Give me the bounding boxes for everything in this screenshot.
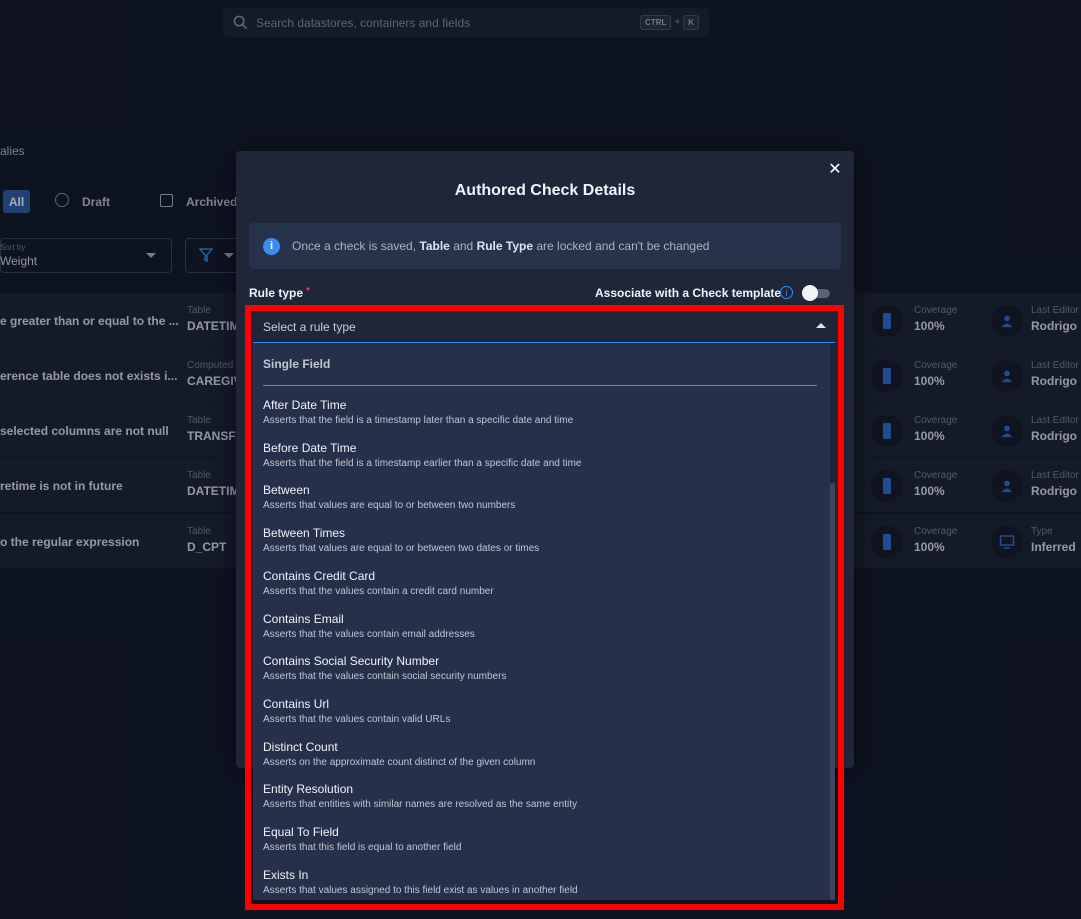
rule-type-select[interactable]: Select a rule type <box>253 311 835 343</box>
option-description: Asserts that the values contain valid UR… <box>263 713 451 725</box>
info-icon[interactable]: i <box>780 286 793 299</box>
option-label: Equal To Field <box>263 825 339 839</box>
rule-type-option[interactable]: Exists In Asserts that values assigned to… <box>263 868 823 896</box>
option-label: Between Times <box>263 526 346 541</box>
group-header: Single Field <box>263 357 331 371</box>
rule-type-option[interactable]: Between Asserts that values are equal to … <box>263 483 823 511</box>
option-description: Asserts on the approximate count distinc… <box>263 756 536 768</box>
rule-type-option[interactable]: Contains Email Asserts that the values co… <box>263 612 823 640</box>
chevron-up-icon <box>816 323 826 328</box>
rule-type-label: Rule type * <box>249 286 310 300</box>
toggle-knob <box>802 285 818 301</box>
option-label: Distinct Count <box>263 739 338 754</box>
associate-template-toggle[interactable] <box>802 285 832 301</box>
rule-type-option[interactable]: Contains Url Asserts that the values cont… <box>263 697 823 725</box>
rule-type-option[interactable]: Entity Resolution Asserts that entities w… <box>263 782 823 810</box>
option-label: Contains Url <box>263 696 330 711</box>
associate-template-label: Associate with a Check template <box>595 286 782 300</box>
option-description: Asserts that the values contain email ad… <box>263 628 475 640</box>
option-description: Asserts that the field is a timestamp la… <box>263 415 574 426</box>
option-label: Entity Resolution <box>263 782 354 797</box>
info-icon: i <box>263 237 280 255</box>
option-description: Asserts that the values contain a credit… <box>263 585 494 597</box>
info-banner: i Once a check is saved, Table and Rule … <box>249 223 841 269</box>
option-label: Before Date Time <box>263 440 357 455</box>
rule-type-option[interactable]: Between Times Asserts that values are equ… <box>263 526 823 554</box>
rule-type-placeholder: Select a rule type <box>263 320 356 334</box>
menu-scrollbar[interactable] <box>830 343 835 900</box>
rule-type-option[interactable]: Distinct Count Asserts on the approximate… <box>263 740 823 768</box>
option-label: Exists In <box>263 867 309 882</box>
required-mark: * <box>306 286 310 297</box>
option-label: Contains Credit Card <box>263 568 376 583</box>
option-description: Asserts that the values contain social s… <box>263 671 507 683</box>
option-description: Asserts that values are equal to or betw… <box>263 543 540 555</box>
rule-type-option[interactable]: Contains Social Security Number Asserts t… <box>263 654 823 682</box>
option-label: Between <box>263 483 310 498</box>
option-label: Contains Email <box>263 611 344 626</box>
option-description: Asserts that values assigned to this fie… <box>263 884 578 896</box>
rule-type-menu: Single Field After Date Time Asserts that… <box>253 343 835 900</box>
rule-type-option[interactable]: Contains Credit Card Asserts that the val… <box>263 569 823 597</box>
rule-type-option[interactable]: Equal To Field Asserts that this field is… <box>263 825 823 853</box>
option-description: Asserts that this field is equal to anot… <box>263 842 462 853</box>
close-icon[interactable]: ✕ <box>828 162 842 178</box>
option-description: Asserts that values are equal to or betw… <box>263 500 516 512</box>
modal-title: Authored Check Details <box>454 182 636 199</box>
group-divider <box>263 385 817 386</box>
info-text: Once a check is saved, Table and Rule Ty… <box>292 239 710 253</box>
scrollbar-thumb[interactable] <box>830 483 835 900</box>
option-description: Asserts that the field is a timestamp ea… <box>263 457 582 469</box>
option-label: After Date Time <box>263 398 347 412</box>
option-description: Asserts that entities with similar names… <box>263 799 578 811</box>
rule-type-option[interactable]: After Date Time Asserts that the field is… <box>263 398 823 426</box>
rule-type-option[interactable]: Before Date Time Asserts that the field i… <box>263 441 823 469</box>
option-label: Contains Social Security Number <box>263 654 440 669</box>
